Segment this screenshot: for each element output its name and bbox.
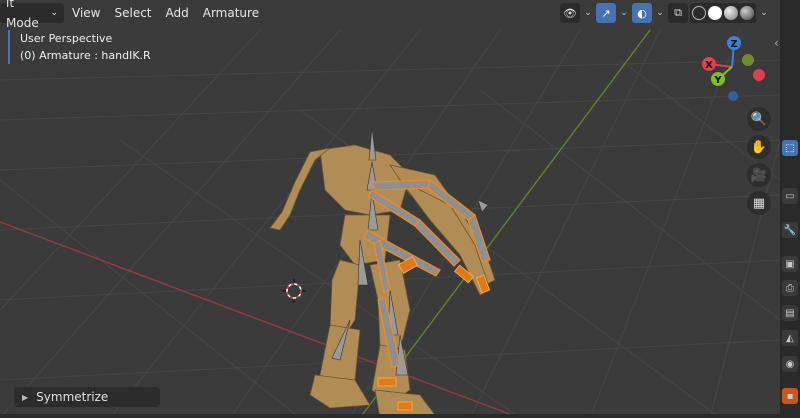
xray-toggle-icon[interactable]: ⧉	[668, 3, 688, 23]
3d-viewport[interactable]: it Mode ⌄ View Select Add Armature 👁 ⌄ ↗…	[0, 0, 780, 418]
grid-icon[interactable]: ▦	[747, 191, 771, 215]
mode-dropdown[interactable]: it Mode ⌄	[0, 0, 64, 30]
navigation-gizmo[interactable]: Z X Y	[690, 32, 774, 104]
symmetrize-label: Symmetrize	[36, 390, 109, 404]
overlays-icon[interactable]: ◐	[632, 3, 652, 23]
rendered-icon[interactable]	[740, 6, 754, 20]
chevron-down-icon[interactable]: ⌄	[582, 3, 594, 23]
render-icon[interactable]: ▣	[782, 256, 798, 272]
perspective-label: User Perspective	[20, 32, 113, 45]
scene-icon[interactable]: ◭	[782, 330, 798, 346]
viewport-header: it Mode ⌄ View Select Add Armature 👁 ⌄ ↗…	[0, 0, 780, 30]
chevron-down-icon[interactable]: ⌄	[654, 3, 666, 23]
output-icon[interactable]: ⎙	[782, 280, 798, 296]
tool-settings-icon[interactable]: ▭	[782, 188, 798, 204]
properties-tabs: ‹ ⬚ ▭ 🔧 ▣ ⎙ ▤ ◭ ◉ ▪	[774, 0, 800, 418]
tool-icon[interactable]: 🔧	[782, 222, 798, 238]
header-right-tools: 👁 ⌄ ↗ ⌄ ◐ ⌄ ⧉ ⌄	[560, 3, 770, 23]
active-object-label: (0) Armature : handIK.R	[20, 49, 151, 62]
shading-modes	[690, 3, 756, 23]
triangle-right-icon: ▶	[22, 392, 29, 402]
chevron-left-icon[interactable]: ‹	[774, 36, 779, 50]
character-armature[interactable]	[260, 120, 520, 418]
menu-armature[interactable]: Armature	[197, 3, 265, 23]
menu-select[interactable]: Select	[108, 3, 157, 23]
mode-label: it Mode	[6, 0, 39, 30]
material-icon[interactable]	[724, 6, 738, 20]
zoom-icon[interactable]: 🔍	[747, 107, 771, 131]
menu-view[interactable]: View	[66, 3, 106, 23]
gizmo-y-label: Y	[713, 75, 722, 86]
gizmo-toggle-icon[interactable]: ↗	[596, 3, 616, 23]
view-layer-icon[interactable]: ▤	[782, 305, 798, 321]
viewport-info-overlay: User Perspective (0) Armature : handIK.R	[8, 30, 151, 64]
solid-icon[interactable]	[708, 6, 722, 20]
chevron-down-icon: ⌄	[50, 8, 58, 18]
hand-icon[interactable]: ✋	[747, 135, 771, 159]
tool-select-icon[interactable]: ⬚	[782, 140, 798, 156]
viewport-bottom-border	[0, 414, 780, 418]
object-icon[interactable]: ▪	[782, 388, 798, 404]
wireframe-icon[interactable]	[692, 6, 706, 20]
chevron-down-icon[interactable]: ⌄	[758, 3, 770, 23]
chevron-down-icon[interactable]: ⌄	[618, 3, 630, 23]
last-operation-panel[interactable]: ▶ Symmetrize	[14, 387, 160, 407]
gizmo-z-label: Z	[730, 39, 737, 50]
gizmo-x-label: X	[705, 60, 713, 71]
visibility-icon[interactable]: 👁	[560, 3, 580, 23]
menu-add[interactable]: Add	[160, 3, 195, 23]
world-icon[interactable]: ◉	[782, 356, 798, 372]
camera-icon[interactable]: 🎥	[747, 163, 771, 187]
